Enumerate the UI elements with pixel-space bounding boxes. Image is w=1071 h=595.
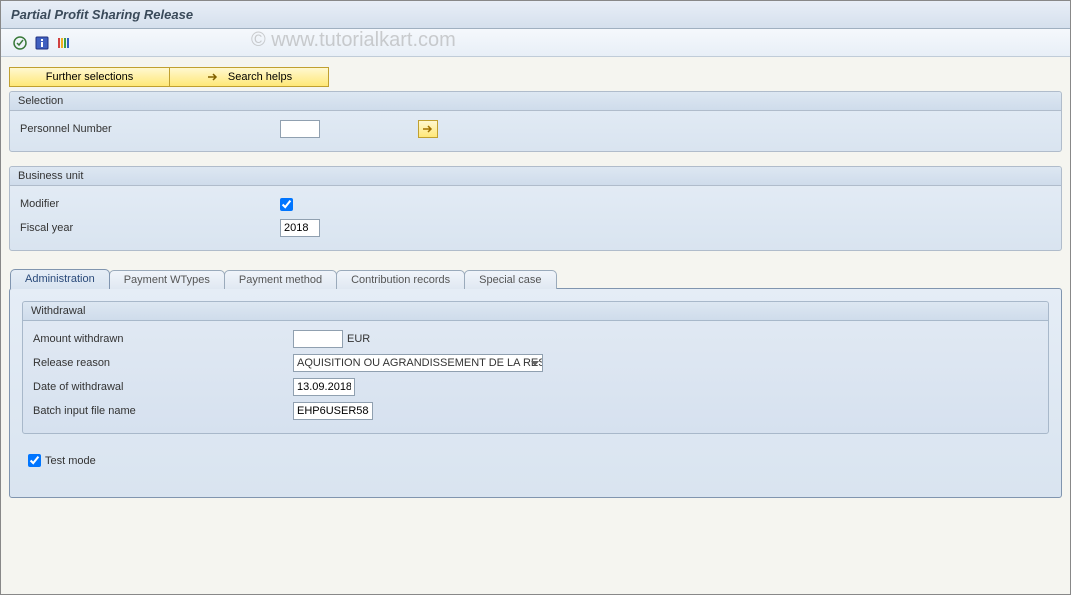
tab-strip: Administration Payment WTypes Payment me…	[11, 269, 1062, 289]
app-window: Partial Profit Sharing Release © www.tut…	[0, 0, 1071, 595]
personnel-label: Personnel Number	[20, 123, 280, 135]
tab-content-administration: Withdrawal Amount withdrawn EUR Release …	[9, 288, 1062, 498]
tab-label: Special case	[479, 274, 541, 286]
batch-input[interactable]	[293, 402, 373, 420]
select-value: AQUISITION OU AGRANDISSEMENT DE LA RES…	[297, 357, 543, 369]
search-helps-button[interactable]: Search helps	[169, 67, 329, 87]
test-mode-row: Test mode	[28, 454, 1049, 467]
group-title: Business unit	[10, 167, 1061, 186]
withdrawal-group: Withdrawal Amount withdrawn EUR Release …	[22, 301, 1049, 434]
date-row: Date of withdrawal	[33, 375, 1038, 399]
button-row: Further selections Search helps	[9, 67, 1062, 87]
tab-label: Contribution records	[351, 274, 450, 286]
tab-special-case[interactable]: Special case	[464, 270, 556, 289]
bars-icon[interactable]	[55, 34, 73, 52]
title-bar: Partial Profit Sharing Release	[1, 1, 1070, 29]
tab-payment-wtypes[interactable]: Payment WTypes	[109, 270, 225, 289]
toolbar	[1, 29, 1070, 57]
tab-contribution-records[interactable]: Contribution records	[336, 270, 465, 289]
fiscal-year-row: Fiscal year	[20, 216, 1051, 240]
business-unit-group: Business unit Modifier Fiscal year	[9, 166, 1062, 251]
arrow-right-icon	[206, 71, 220, 83]
info-icon[interactable]	[33, 34, 51, 52]
batch-label: Batch input file name	[33, 405, 293, 417]
reason-label: Release reason	[33, 357, 293, 369]
tab-payment-method[interactable]: Payment method	[224, 270, 337, 289]
button-label: Further selections	[46, 71, 133, 83]
further-selections-button[interactable]: Further selections	[9, 67, 169, 87]
group-title: Selection	[10, 92, 1061, 111]
content-area: Further selections Search helps Selectio…	[1, 57, 1070, 508]
multiple-selection-button[interactable]	[418, 120, 438, 138]
reason-row: Release reason AQUISITION OU AGRANDISSEM…	[33, 351, 1038, 375]
execute-icon[interactable]	[11, 34, 29, 52]
currency-label: EUR	[347, 333, 370, 345]
date-label: Date of withdrawal	[33, 381, 293, 393]
modifier-row: Modifier	[20, 192, 1051, 216]
modifier-checkbox[interactable]	[280, 198, 293, 211]
page-title: Partial Profit Sharing Release	[11, 7, 193, 22]
group-title: Withdrawal	[23, 302, 1048, 321]
amount-label: Amount withdrawn	[33, 333, 293, 345]
tab-label: Payment WTypes	[124, 274, 210, 286]
test-mode-label: Test mode	[45, 455, 96, 467]
date-input[interactable]	[293, 378, 355, 396]
amount-input[interactable]	[293, 330, 343, 348]
reason-select[interactable]: AQUISITION OU AGRANDISSEMENT DE LA RES…	[293, 354, 543, 372]
tab-label: Payment method	[239, 274, 322, 286]
fiscal-year-input[interactable]	[280, 219, 320, 237]
button-label: Search helps	[228, 71, 292, 83]
amount-row: Amount withdrawn EUR	[33, 327, 1038, 351]
fiscal-year-label: Fiscal year	[20, 222, 280, 234]
selection-group: Selection Personnel Number	[9, 91, 1062, 152]
personnel-row: Personnel Number	[20, 117, 1051, 141]
test-mode-checkbox[interactable]	[28, 454, 41, 467]
personnel-input[interactable]	[280, 120, 320, 138]
tab-administration[interactable]: Administration	[10, 269, 110, 289]
batch-row: Batch input file name	[33, 399, 1038, 423]
tab-label: Administration	[25, 273, 95, 285]
modifier-label: Modifier	[20, 198, 280, 210]
